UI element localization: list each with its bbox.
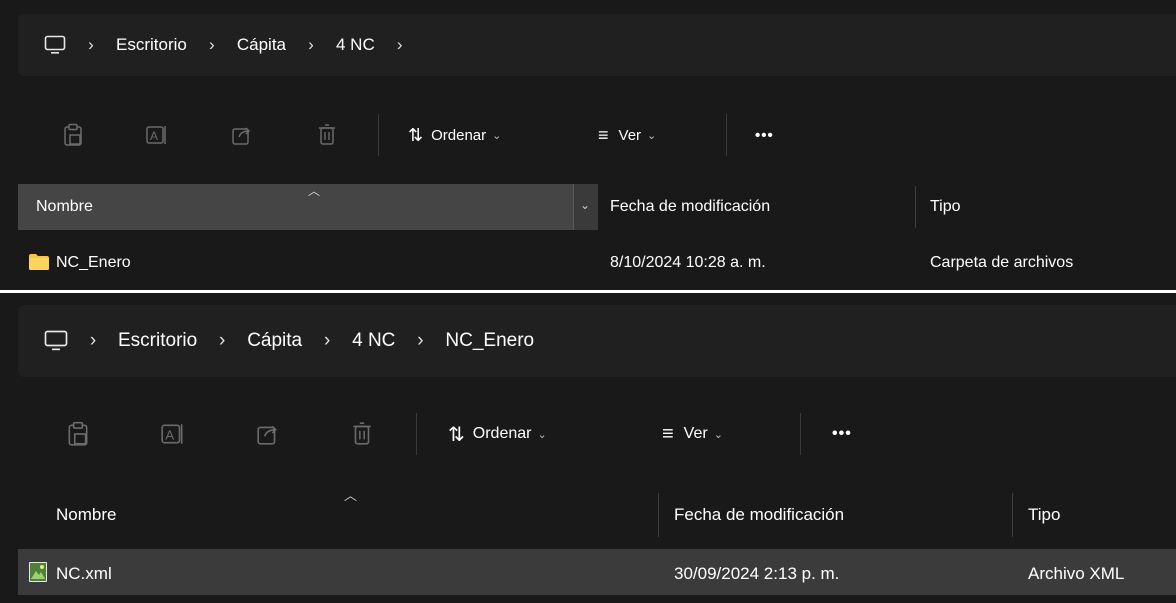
breadcrumb-chevron-icon[interactable]: › (296, 35, 326, 55)
paste-icon[interactable] (62, 123, 84, 147)
breadcrumb-chevron-icon[interactable]: › (78, 330, 108, 352)
rename-icon[interactable]: A (145, 124, 169, 146)
breadcrumb-item-escritorio[interactable]: Escritorio (116, 35, 187, 55)
svg-text:A: A (150, 129, 158, 143)
toolbar-separator (800, 413, 801, 455)
delete-icon[interactable] (316, 123, 338, 147)
view-label: Ver (618, 126, 642, 144)
breadcrumb-item-4nc[interactable]: 4 NC (352, 330, 395, 352)
column-header-name[interactable]: Nombre ︿ (18, 184, 573, 230)
file-type: Carpeta de archivos (930, 254, 1074, 271)
column-divider[interactable] (915, 186, 916, 228)
column-header-type[interactable]: Tipo (1028, 505, 1060, 525)
view-label: Ver (683, 425, 708, 442)
column-header-modified[interactable]: Fecha de modificación (610, 198, 770, 216)
column-divider[interactable] (1012, 493, 1013, 537)
list-item[interactable]: NC.xml 30/09/2024 2:13 p. m. Archivo XML (18, 549, 1176, 595)
column-header-type[interactable]: Tipo (930, 198, 961, 216)
column-divider[interactable] (658, 493, 659, 537)
chevron-down-icon: ⌄ (647, 129, 657, 142)
breadcrumb-chevron-icon[interactable]: › (312, 330, 342, 352)
sort-arrows-icon: ⇅ (448, 423, 465, 446)
command-bar: A ⇅ Ordenar ⌄ ≡ Ver ⌄ ••• (0, 104, 1176, 166)
this-pc-icon[interactable] (44, 330, 68, 352)
sort-arrows-icon: ⇅ (408, 124, 424, 145)
breadcrumb-item-capita[interactable]: Cápita (247, 330, 302, 352)
more-options-button[interactable]: ••• (832, 425, 852, 443)
view-button[interactable]: ≡ Ver ⌄ (598, 125, 656, 146)
chevron-down-icon: ⌄ (537, 428, 547, 441)
breadcrumb-chevron-icon[interactable]: › (385, 35, 415, 55)
file-name: NC_Enero (56, 254, 131, 271)
breadcrumb-item-4nc[interactable]: 4 NC (336, 35, 375, 55)
chevron-down-icon: ⌄ (580, 198, 591, 212)
chevron-down-icon: ⌄ (492, 129, 502, 142)
rename-icon[interactable]: A (160, 422, 186, 446)
view-button[interactable]: ≡ Ver ⌄ (662, 423, 723, 446)
folder-icon (28, 253, 50, 276)
file-modified: 8/10/2024 10:28 a. m. (610, 254, 766, 271)
sort-label: Ordenar (472, 425, 532, 442)
list-item[interactable]: NC_Enero 8/10/2024 10:28 a. m. Carpeta d… (18, 240, 1176, 284)
address-bar[interactable]: › Escritorio › Cápita › 4 NC › (18, 14, 1176, 76)
breadcrumb-item-capita[interactable]: Cápita (237, 35, 286, 55)
column-header-row: Nombre ︿ ⌄ Fecha de modificación Tipo (18, 184, 1176, 230)
svg-text:A: A (165, 427, 174, 442)
sort-button[interactable]: ⇅ Ordenar ⌄ (448, 422, 547, 447)
address-bar[interactable]: › Escritorio › Cápita › 4 NC › NC_Enero (18, 305, 1176, 377)
file-name: NC.xml (56, 564, 112, 583)
share-icon[interactable] (231, 124, 253, 146)
breadcrumb-chevron-icon[interactable]: › (197, 35, 227, 55)
toolbar-separator (378, 114, 379, 156)
sort-button[interactable]: ⇅ Ordenar ⌄ (408, 125, 501, 146)
view-lines-icon: ≡ (662, 422, 674, 445)
column-header-name[interactable]: Nombre (56, 505, 116, 525)
paste-icon[interactable] (66, 421, 90, 447)
sort-label: Ordenar (431, 126, 487, 144)
command-bar: A ⇅ Ordenar ⌄ ≡ Ver ⌄ ••• (0, 403, 1176, 465)
explorer-window-bottom: › Escritorio › Cápita › 4 NC › NC_Enero … (0, 293, 1176, 603)
delete-icon[interactable] (350, 421, 374, 447)
breadcrumb-chevron-icon[interactable]: › (405, 330, 435, 352)
explorer-window-top: › Escritorio › Cápita › 4 NC › A ⇅ Orden… (0, 0, 1176, 290)
breadcrumb-item-nc-enero[interactable]: NC_Enero (445, 330, 534, 352)
sort-up-icon: ︿ (308, 184, 321, 198)
sort-up-icon: ︿ (344, 488, 358, 503)
breadcrumb-item-escritorio[interactable]: Escritorio (118, 330, 197, 352)
toolbar-separator (726, 114, 727, 156)
breadcrumb-chevron-icon[interactable]: › (207, 330, 237, 352)
file-modified: 30/09/2024 2:13 p. m. (674, 564, 840, 583)
more-options-button[interactable]: ••• (755, 127, 774, 144)
column-header-modified[interactable]: Fecha de modificación (674, 505, 844, 525)
column-header-name-label: Nombre (36, 198, 93, 215)
xml-file-icon (28, 561, 48, 588)
share-icon[interactable] (256, 422, 280, 446)
column-header-row: Nombre ︿ Fecha de modificación Tipo (18, 488, 1176, 539)
file-type: Archivo XML (1028, 564, 1125, 583)
chevron-down-icon: ⌄ (713, 428, 723, 441)
column-filter-dropdown[interactable]: ⌄ (573, 184, 598, 230)
this-pc-icon[interactable] (44, 35, 66, 55)
breadcrumb-chevron-icon[interactable]: › (76, 35, 106, 55)
view-lines-icon: ≡ (598, 124, 609, 145)
toolbar-separator (416, 413, 417, 455)
